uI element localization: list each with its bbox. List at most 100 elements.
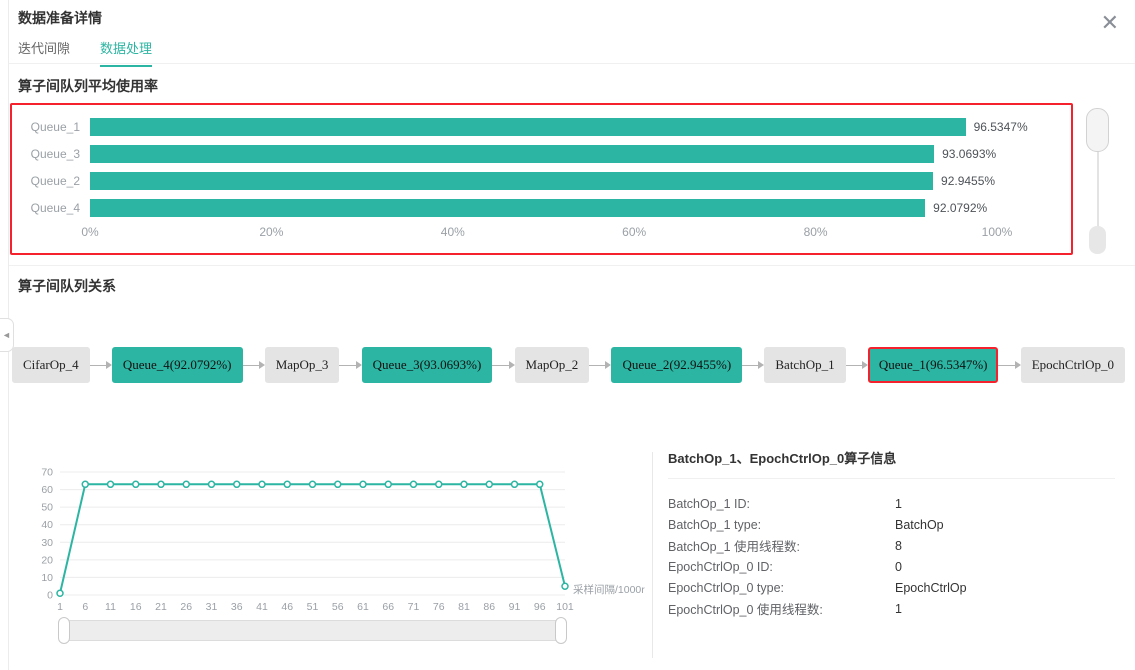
bar-category-label: Queue_2 bbox=[22, 174, 80, 188]
info-row: BatchOp_1 type:BatchOp bbox=[668, 514, 1115, 535]
y-axis-tick: 30 bbox=[41, 537, 53, 549]
data-point bbox=[234, 481, 240, 487]
flow-node-Queue_3(93.0693%)[interactable]: Queue_3(93.0693%) bbox=[362, 347, 493, 383]
bar-row: Queue_492.0792% bbox=[22, 194, 1063, 221]
info-label: BatchOp_1 使用线程数: bbox=[668, 536, 895, 555]
y-axis-tick: 10 bbox=[41, 572, 53, 584]
bar[interactable] bbox=[90, 172, 933, 190]
bar[interactable] bbox=[90, 118, 966, 136]
flow-node-Queue_2(92.9455%)[interactable]: Queue_2(92.9455%) bbox=[611, 347, 742, 383]
collapse-left-icon: ◄ bbox=[2, 330, 11, 340]
x-axis-tick: 80% bbox=[804, 225, 828, 239]
hslider-track[interactable] bbox=[64, 620, 561, 641]
bar-track: 92.9455% bbox=[90, 172, 997, 190]
flow-arrow bbox=[492, 361, 514, 369]
x-axis-tick: 61 bbox=[357, 601, 369, 613]
arrow-head-icon bbox=[509, 361, 515, 369]
x-axis-tick: 41 bbox=[256, 601, 268, 613]
tabs-divider bbox=[9, 63, 1135, 64]
flow-arrow bbox=[339, 361, 361, 369]
section-divider bbox=[9, 265, 1135, 266]
operator-info-title: BatchOp_1、EpochCtrlOp_0算子信息 bbox=[668, 448, 1115, 479]
hslider-left-handle[interactable] bbox=[58, 617, 70, 644]
flow-node-MapOp_2[interactable]: MapOp_2 bbox=[515, 347, 590, 383]
arrow-head-icon bbox=[356, 361, 362, 369]
arrow-shaft bbox=[243, 365, 259, 366]
x-axis-tick: 6 bbox=[82, 601, 88, 613]
bar-track: 96.5347% bbox=[90, 118, 997, 136]
flow-arrow bbox=[589, 361, 611, 369]
x-axis-tick: 76 bbox=[433, 601, 445, 613]
flow-node-Queue_4(92.0792%)[interactable]: Queue_4(92.0792%) bbox=[112, 347, 243, 383]
x-axis-tick: 31 bbox=[206, 601, 218, 613]
section-queue-usage-title: 算子间队列平均使用率 bbox=[18, 76, 158, 96]
x-axis-tick: 91 bbox=[509, 601, 521, 613]
operator-queue-flow-diagram: CifarOp_4 Queue_4(92.0792%) MapOp_3 Queue_3… bbox=[12, 347, 1125, 383]
flow-node-BatchOp_1[interactable]: BatchOp_1 bbox=[764, 347, 845, 383]
bar[interactable] bbox=[90, 199, 925, 217]
bar-x-axis: 0%20%40%60%80%100% bbox=[22, 221, 1063, 243]
y-axis-tick: 40 bbox=[41, 519, 53, 531]
x-axis-tick: 40% bbox=[441, 225, 465, 239]
arrow-head-icon bbox=[259, 361, 265, 369]
operator-info-rows: BatchOp_1 ID:1BatchOp_1 type:BatchOpBatc… bbox=[668, 493, 1115, 619]
vslider-top-handle[interactable] bbox=[1086, 108, 1109, 152]
queue-usage-chart-highlight: Queue_196.5347%Queue_393.0693%Queue_292.… bbox=[10, 103, 1073, 255]
flow-node-Queue_1(96.5347%)[interactable]: Queue_1(96.5347%) bbox=[868, 347, 999, 383]
bar-row: Queue_393.0693% bbox=[22, 140, 1063, 167]
data-point bbox=[57, 590, 63, 596]
data-point bbox=[310, 481, 316, 487]
flow-arrow bbox=[90, 361, 112, 369]
info-row: BatchOp_1 使用线程数:8 bbox=[668, 535, 1115, 556]
flow-node-EpochCtrlOp_0[interactable]: EpochCtrlOp_0 bbox=[1021, 347, 1125, 383]
info-value: 1 bbox=[895, 497, 902, 511]
bar-chart: Queue_196.5347%Queue_393.0693%Queue_292.… bbox=[22, 113, 1063, 221]
y-axis-tick: 70 bbox=[41, 467, 53, 479]
section-queue-relation-title: 算子间队列关系 bbox=[18, 276, 116, 296]
info-label: BatchOp_1 ID: bbox=[668, 497, 895, 511]
flow-node-MapOp_3[interactable]: MapOp_3 bbox=[265, 347, 340, 383]
bar-track: 92.0792% bbox=[90, 199, 997, 217]
bar-row: Queue_2 92.9455% bbox=[22, 167, 1063, 194]
arrow-head-icon bbox=[106, 361, 112, 369]
hslider-right-handle[interactable] bbox=[555, 617, 567, 644]
data-point bbox=[209, 481, 215, 487]
bar-value-label: 93.0693% bbox=[942, 145, 996, 163]
x-axis-label: 采样间隔/1000r bbox=[573, 583, 645, 596]
arrow-shaft bbox=[90, 365, 106, 366]
x-axis-tick: 0% bbox=[81, 225, 98, 239]
info-label: BatchOp_1 type: bbox=[668, 518, 895, 532]
info-value: BatchOp bbox=[895, 518, 944, 532]
bar[interactable] bbox=[90, 145, 934, 163]
operator-info-panel: BatchOp_1、EpochCtrlOp_0算子信息 BatchOp_1 ID… bbox=[668, 448, 1115, 619]
flow-arrow bbox=[846, 361, 868, 369]
x-axis-tick: 20% bbox=[259, 225, 283, 239]
info-value: 1 bbox=[895, 602, 902, 616]
close-icon[interactable]: ✕ bbox=[1101, 12, 1119, 34]
x-axis-tick: 71 bbox=[408, 601, 420, 613]
bar-value-label: 92.0792% bbox=[933, 199, 987, 217]
vslider-bottom-handle[interactable] bbox=[1089, 226, 1106, 254]
x-axis-tick: 46 bbox=[281, 601, 293, 613]
data-point bbox=[108, 481, 114, 487]
x-axis-tick: 51 bbox=[307, 601, 319, 613]
info-value: EpochCtrlOp bbox=[895, 581, 967, 595]
data-point bbox=[385, 481, 391, 487]
info-value: 0 bbox=[895, 560, 902, 574]
x-axis-ticks: 0%20%40%60%80%100% bbox=[90, 221, 997, 243]
arrow-shaft bbox=[589, 365, 605, 366]
arrow-shaft bbox=[339, 365, 355, 366]
data-point bbox=[486, 481, 492, 487]
arrow-head-icon bbox=[862, 361, 868, 369]
data-point bbox=[461, 481, 467, 487]
y-axis-tick: 50 bbox=[41, 502, 53, 514]
flow-node-CifarOp_4[interactable]: CifarOp_4 bbox=[12, 347, 90, 383]
x-axis-tick: 56 bbox=[332, 601, 344, 613]
flow-arrow bbox=[998, 361, 1020, 369]
info-row: BatchOp_1 ID:1 bbox=[668, 493, 1115, 514]
x-axis-tick: 21 bbox=[155, 601, 167, 613]
page-title: 数据准备详情 bbox=[18, 8, 102, 28]
axis-spacer bbox=[22, 221, 90, 243]
horizontal-datazoom-slider bbox=[58, 617, 567, 644]
x-axis-tick: 16 bbox=[130, 601, 142, 613]
